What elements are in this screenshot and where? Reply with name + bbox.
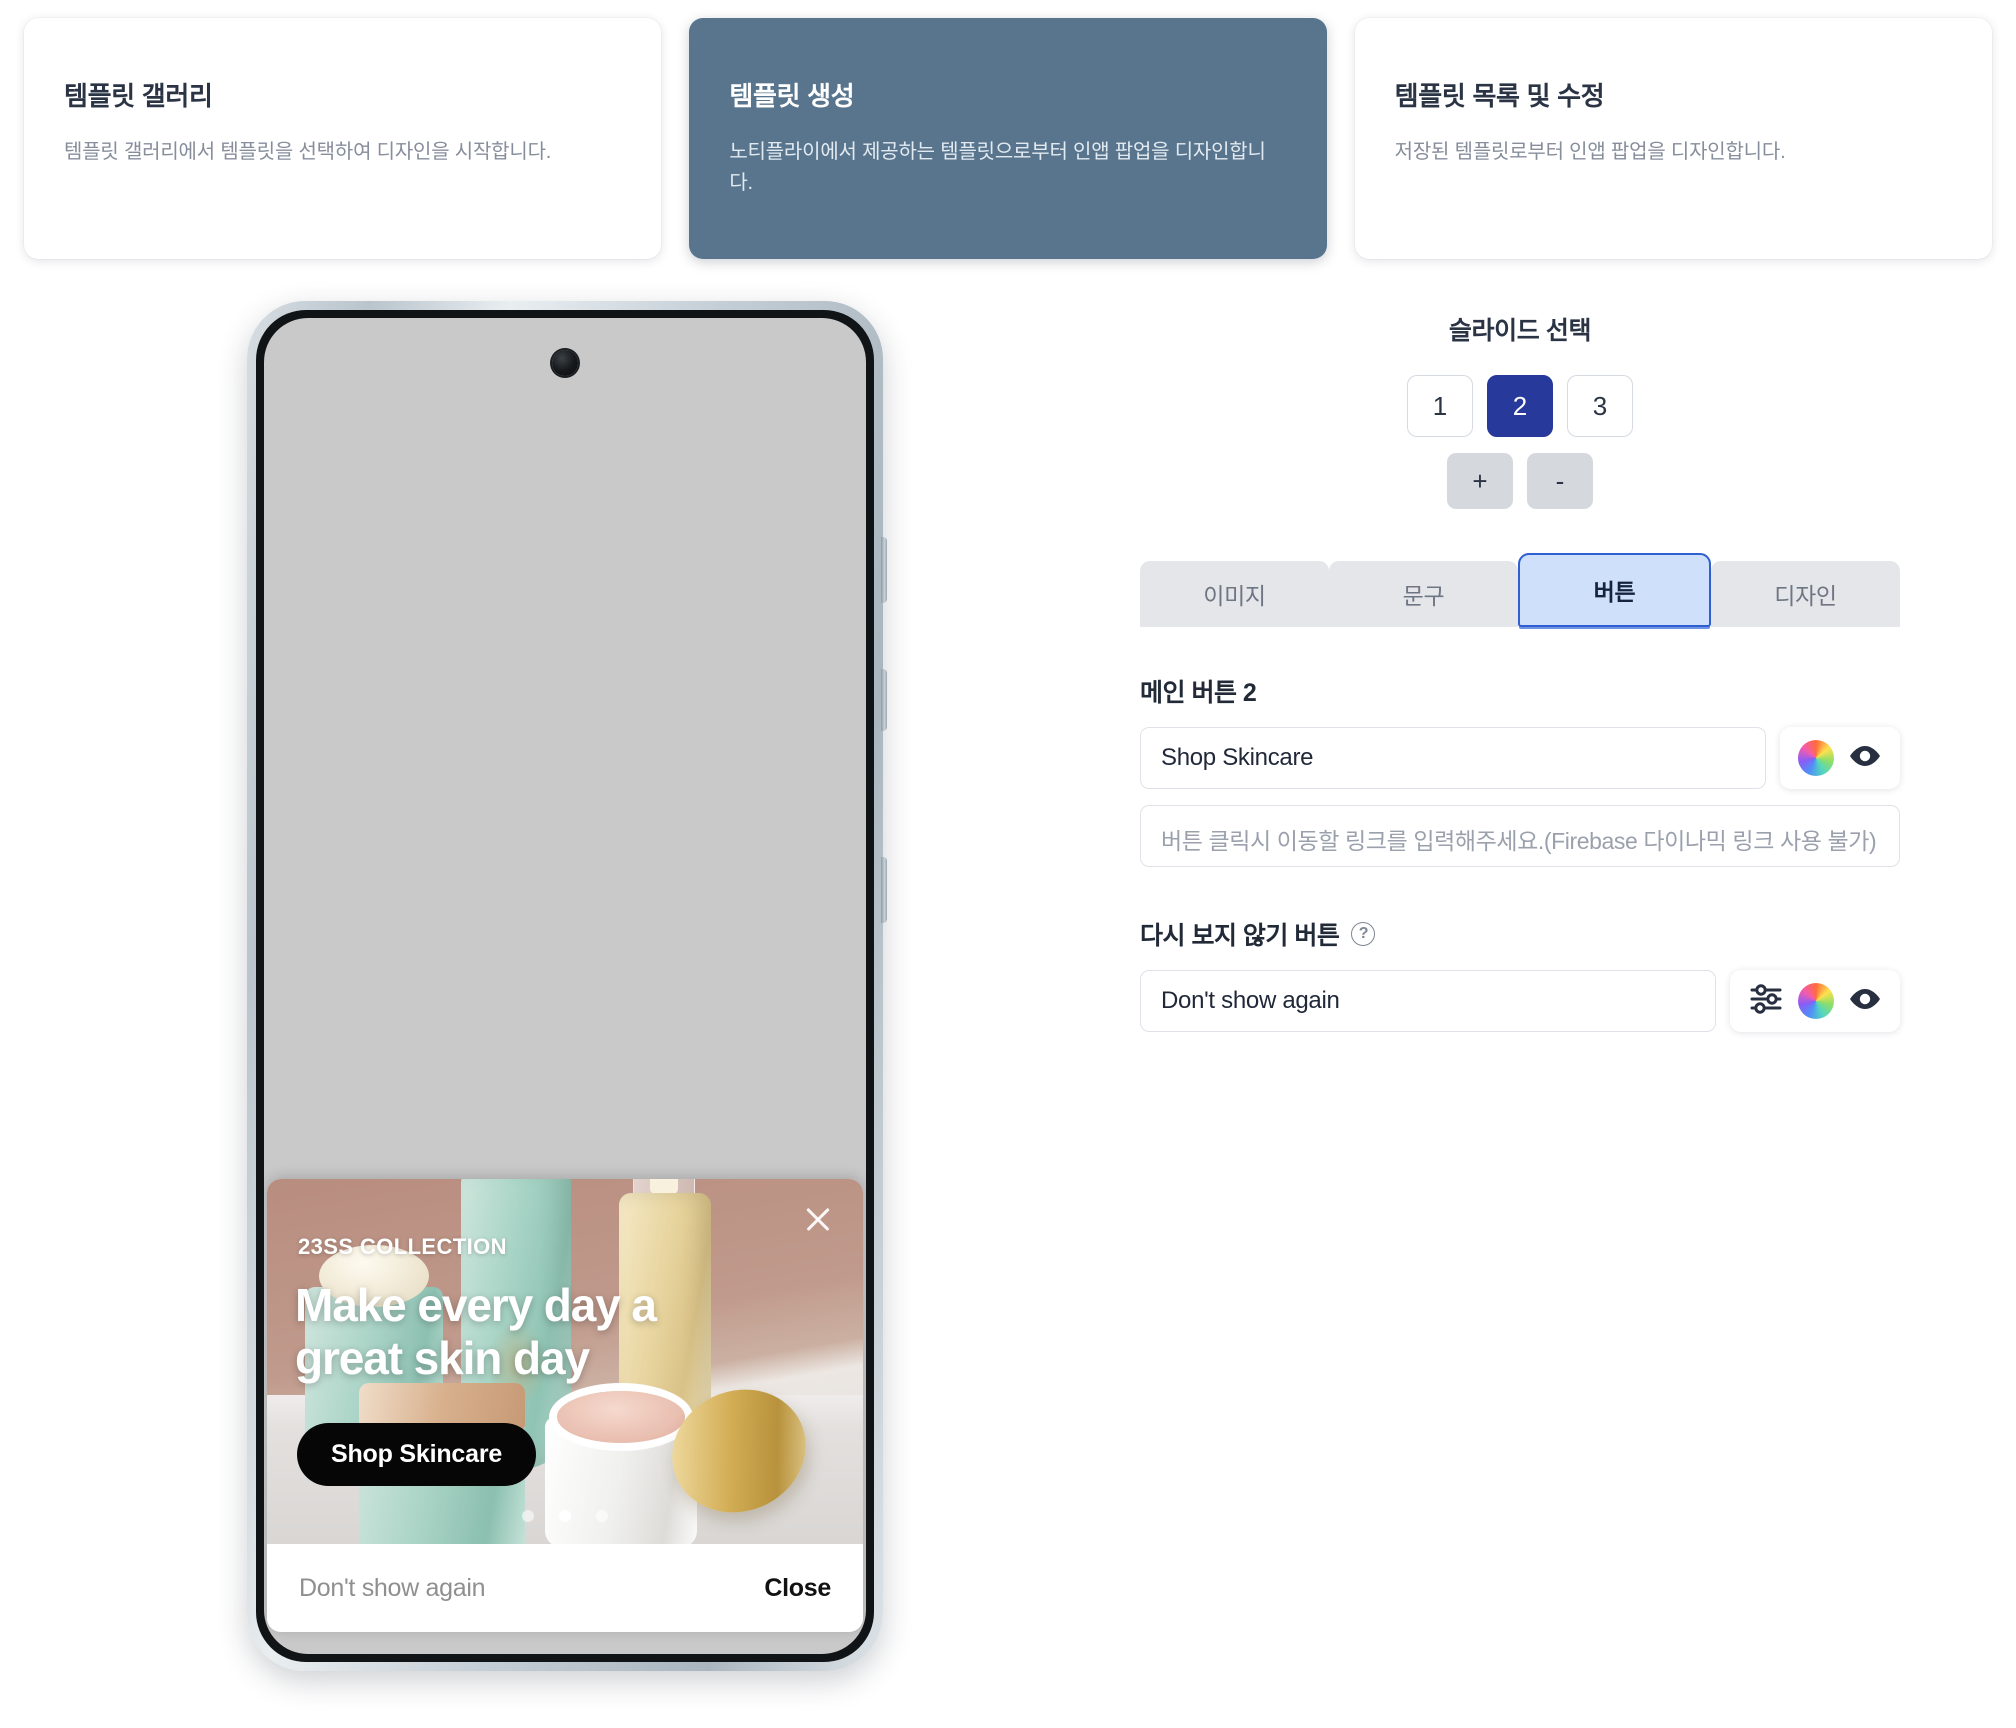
card-title: 템플릿 생성 — [729, 81, 855, 111]
phone-side-button-1 — [881, 537, 887, 603]
eye-icon[interactable] — [1848, 744, 1882, 773]
popup-headline: Make every day a great skin day — [295, 1279, 657, 1385]
main-button-link-input[interactable] — [1140, 805, 1900, 867]
carousel-dot[interactable] — [522, 1510, 534, 1522]
tab-button[interactable]: 버튼 — [1518, 553, 1711, 627]
add-slide-button[interactable]: + — [1447, 453, 1513, 509]
phone-bezel: 23SS COLLECTION Make every day a great s… — [256, 310, 874, 1662]
main-button-link-row — [1140, 805, 1900, 872]
popup-eyebrow: 23SS COLLECTION — [298, 1234, 507, 1259]
slide-operations: + - — [1140, 453, 1900, 509]
main-button-label: 메인 버튼 2 — [1140, 673, 1900, 709]
dismiss-button-text-row — [1140, 970, 1900, 1032]
controls-column: 슬라이드 선택 1 2 3 + - 이미지 문구 버튼 디자인 메인 버튼 2 — [1130, 289, 2016, 1707]
editor-tabs: 이미지 문구 버튼 디자인 — [1140, 553, 1900, 627]
template-mode-cards: 템플릿 갤러리 템플릿 갤러리에서 템플릿을 선택하여 디자인을 시작합니다. … — [0, 0, 2016, 259]
slide-settings-panel: 슬라이드 선택 1 2 3 + - 이미지 문구 버튼 디자인 메인 버튼 2 — [1140, 311, 1900, 1032]
dismiss-button-text-input[interactable] — [1140, 970, 1716, 1032]
popup-close-button[interactable]: Close — [764, 1574, 831, 1603]
main-button-text-row — [1140, 727, 1900, 789]
inapp-popup-preview: 23SS COLLECTION Make every day a great s… — [267, 1179, 863, 1632]
editor-body: 23SS COLLECTION Make every day a great s… — [0, 259, 2016, 1707]
carousel-dot-active[interactable] — [559, 1510, 571, 1522]
help-circle-icon[interactable]: ? — [1351, 922, 1376, 946]
card-template-gallery[interactable]: 템플릿 갤러리 템플릿 갤러리에서 템플릿을 선택하여 디자인을 시작합니다. — [24, 18, 662, 259]
slide-selector: 1 2 3 — [1140, 375, 1900, 437]
main-button-label-text: 메인 버튼 2 — [1140, 679, 1257, 707]
card-description: 템플릿 갤러리에서 템플릿을 선택하여 디자인을 시작합니다. — [64, 141, 552, 163]
card-title: 템플릿 목록 및 수정 — [1394, 81, 1605, 111]
tab-image[interactable]: 이미지 — [1140, 561, 1329, 627]
remove-slide-button[interactable]: - — [1527, 453, 1593, 509]
product-jar-right — [545, 1391, 697, 1544]
card-title: 템플릿 갤러리 — [64, 81, 213, 111]
dismiss-button-tools — [1730, 970, 1900, 1032]
slide-button-2[interactable]: 2 — [1487, 375, 1553, 437]
dismiss-button-label: 다시 보지 않기 버튼 ? — [1140, 916, 1900, 952]
popup-cta-button[interactable]: Shop Skincare — [297, 1423, 537, 1486]
phone-side-button-2 — [881, 669, 887, 731]
phone-mockup: 23SS COLLECTION Make every day a great s… — [247, 301, 887, 1671]
card-template-list-edit[interactable]: 템플릿 목록 및 수정 저장된 템플릿로부터 인앱 팝업을 디자인합니다. — [1354, 18, 1992, 259]
slide-button-3[interactable]: 3 — [1567, 375, 1633, 437]
main-button-text-input[interactable] — [1140, 727, 1766, 789]
sliders-icon[interactable] — [1748, 983, 1784, 1020]
card-description: 저장된 템플릿로부터 인앱 팝업을 디자인합니다. — [1394, 141, 1786, 163]
popup-hero-image: 23SS COLLECTION Make every day a great s… — [267, 1179, 863, 1544]
color-wheel-icon[interactable] — [1798, 740, 1834, 776]
panel-title: 슬라이드 선택 — [1448, 317, 1592, 345]
tab-design[interactable]: 디자인 — [1711, 561, 1900, 627]
phone-screen: 23SS COLLECTION Make every day a great s… — [264, 318, 866, 1654]
phone-side-button-3 — [881, 857, 887, 923]
card-description: 노티플라이에서 제공하는 템플릿으로부터 인앱 팝업을 디자인합니다. — [729, 141, 1266, 194]
popup-dont-show-again[interactable]: Don't show again — [299, 1574, 486, 1603]
carousel-dots[interactable] — [522, 1510, 608, 1522]
phone-preview-column: 23SS COLLECTION Make every day a great s… — [0, 289, 1130, 1707]
dismiss-button-label-text: 다시 보지 않기 버튼 — [1140, 922, 1340, 950]
eye-icon[interactable] — [1848, 987, 1882, 1016]
popup-footer: Don't show again Close — [267, 1544, 863, 1632]
color-wheel-icon[interactable] — [1798, 983, 1834, 1019]
tab-text[interactable]: 문구 — [1329, 561, 1518, 627]
main-button-tools — [1780, 727, 1900, 789]
card-template-create[interactable]: 템플릿 생성 노티플라이에서 제공하는 템플릿으로부터 인앱 팝업을 디자인합니… — [689, 18, 1327, 259]
carousel-dot[interactable] — [596, 1510, 608, 1522]
close-x-icon[interactable] — [801, 1201, 835, 1235]
slide-button-1[interactable]: 1 — [1407, 375, 1473, 437]
front-camera-icon — [552, 350, 578, 376]
